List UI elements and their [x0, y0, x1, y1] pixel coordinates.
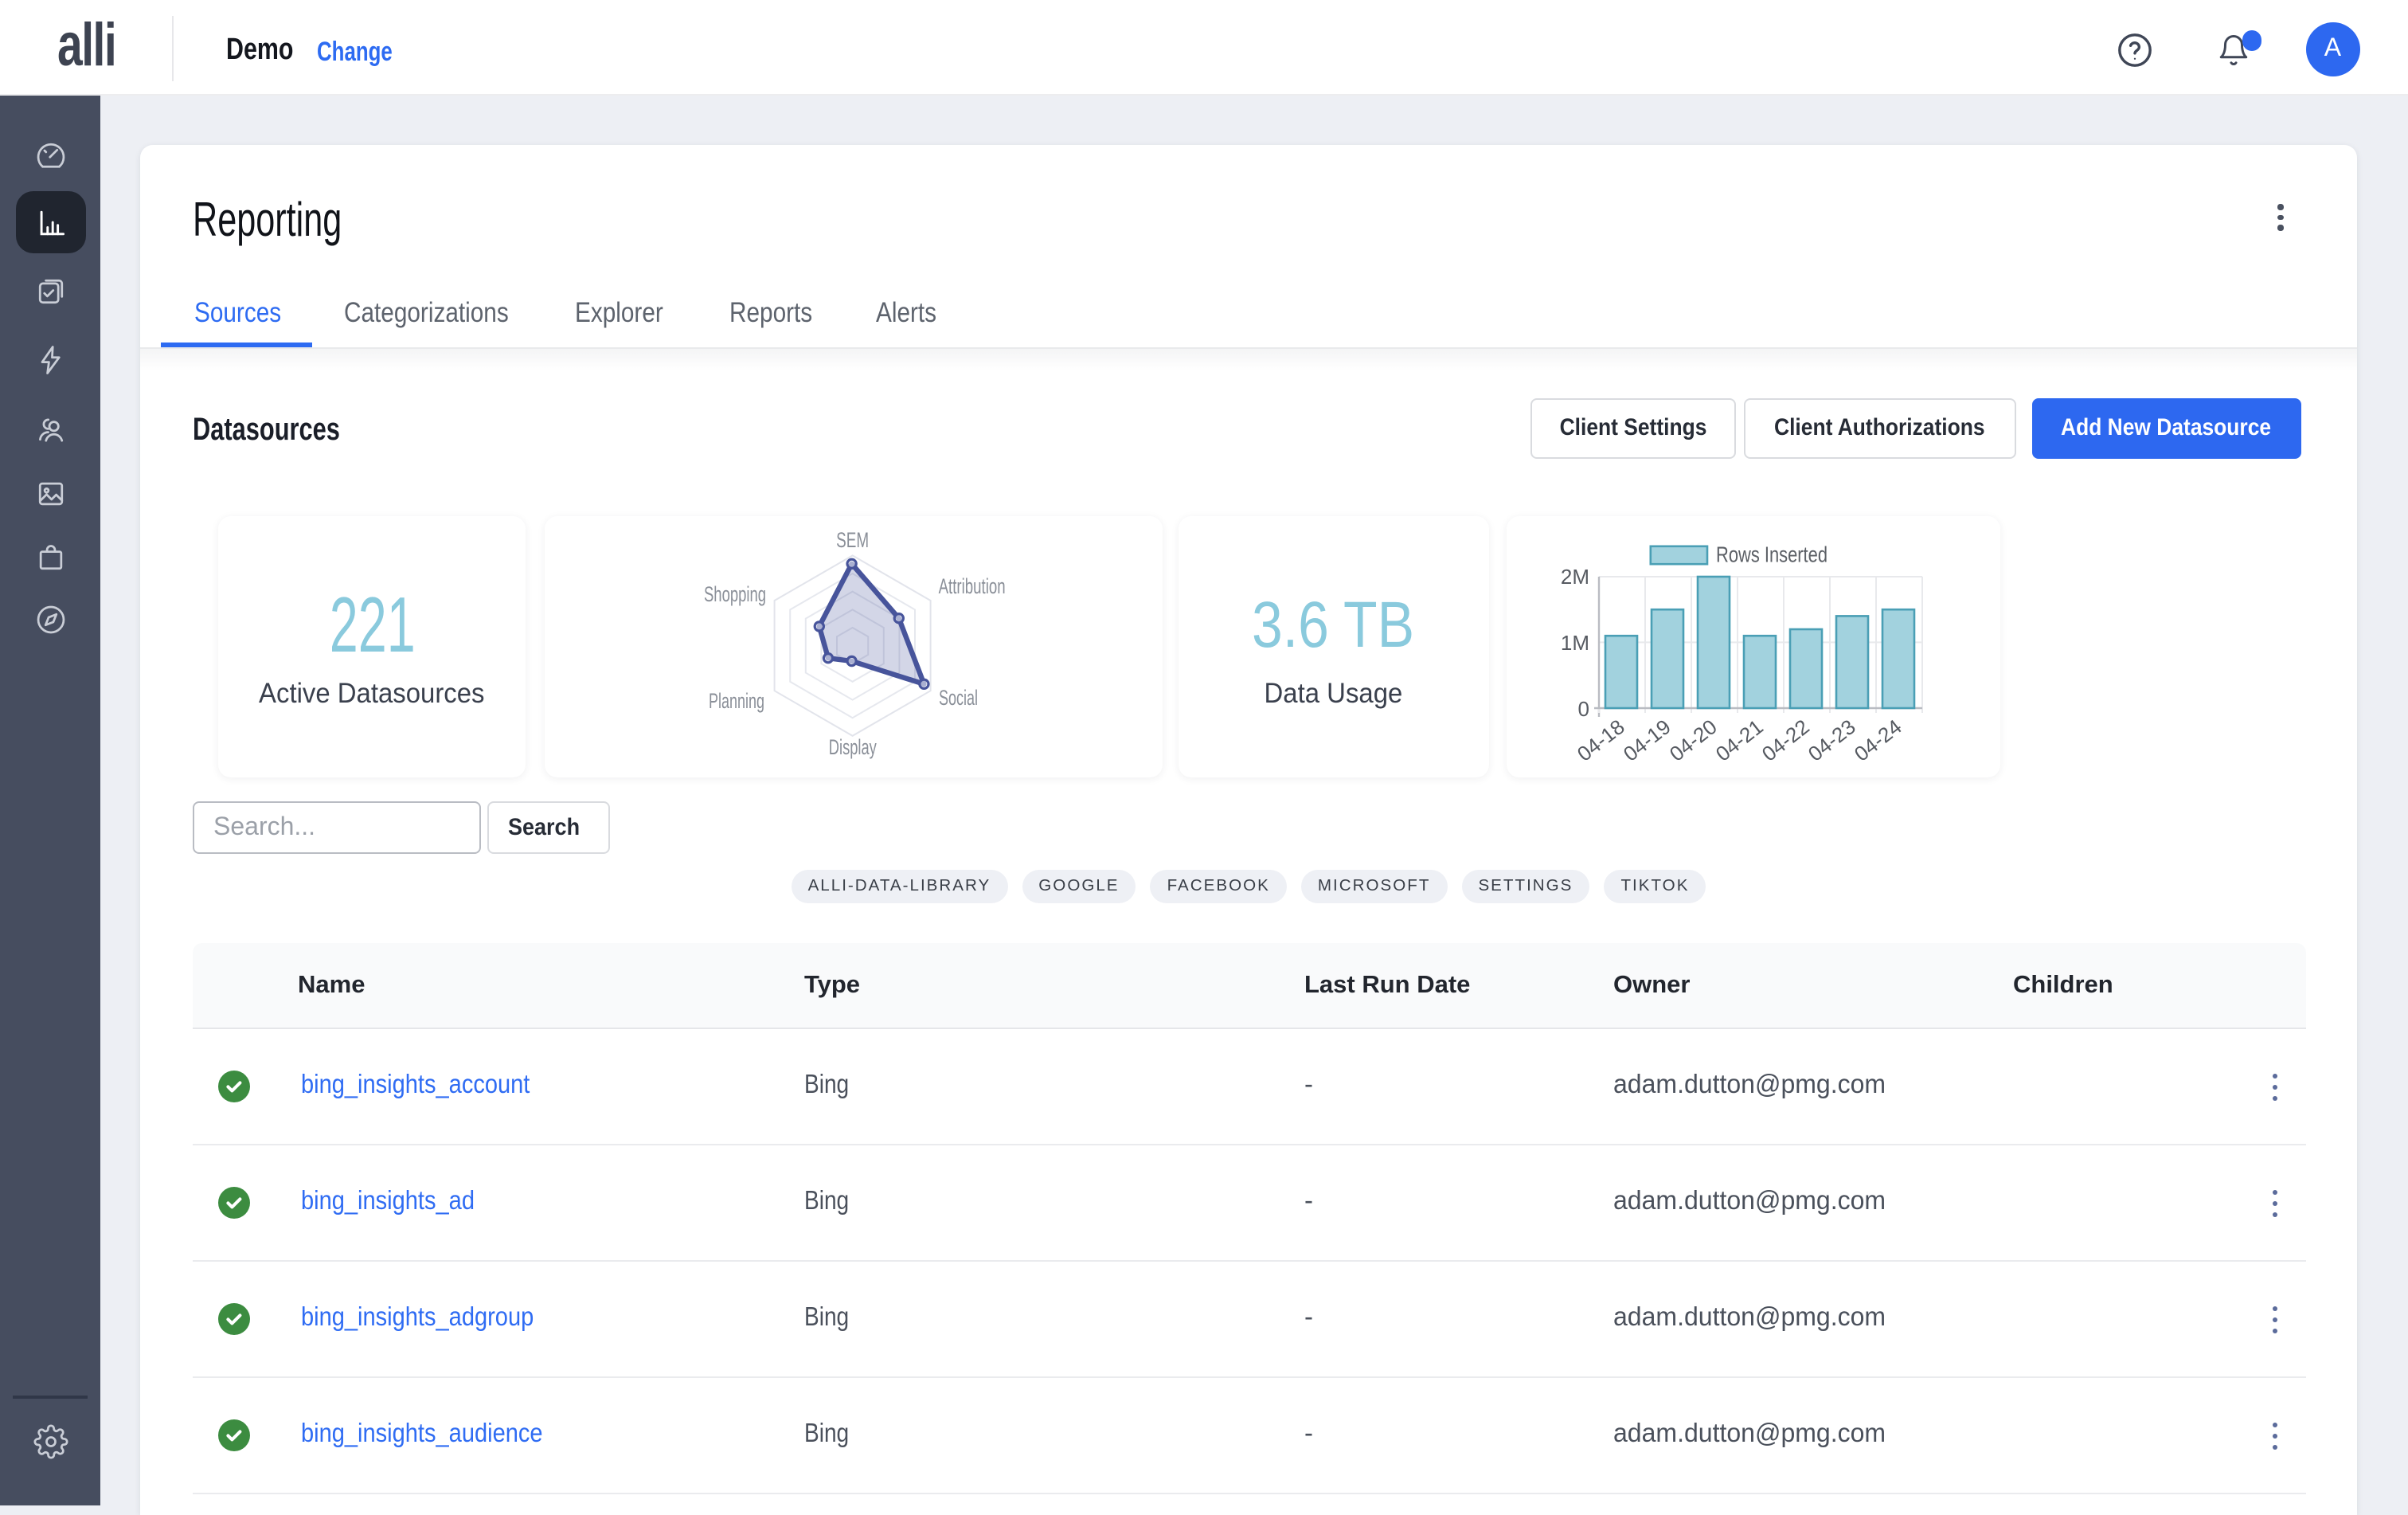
svg-text:2M: 2M — [1561, 565, 1589, 589]
svg-text:Rows Inserted: Rows Inserted — [1716, 542, 1828, 567]
svg-text:04-19: 04-19 — [1619, 714, 1675, 766]
svg-text:Display: Display — [829, 735, 877, 759]
svg-text:04-23: 04-23 — [1804, 714, 1860, 766]
svg-text:04-18: 04-18 — [1573, 714, 1629, 766]
svg-text:Attribution: Attribution — [939, 574, 1006, 598]
svg-text:SEM: SEM — [836, 528, 869, 552]
svg-text:04-20: 04-20 — [1665, 714, 1722, 766]
svg-text:Shopping: Shopping — [704, 582, 766, 606]
svg-text:04-22: 04-22 — [1757, 714, 1814, 766]
svg-text:04-21: 04-21 — [1711, 714, 1768, 766]
svg-text:04-24: 04-24 — [1850, 714, 1906, 766]
svg-text:0: 0 — [1578, 697, 1589, 721]
svg-text:Planning: Planning — [709, 689, 764, 713]
svg-text:Social: Social — [939, 686, 978, 710]
svg-text:1M: 1M — [1561, 631, 1589, 655]
